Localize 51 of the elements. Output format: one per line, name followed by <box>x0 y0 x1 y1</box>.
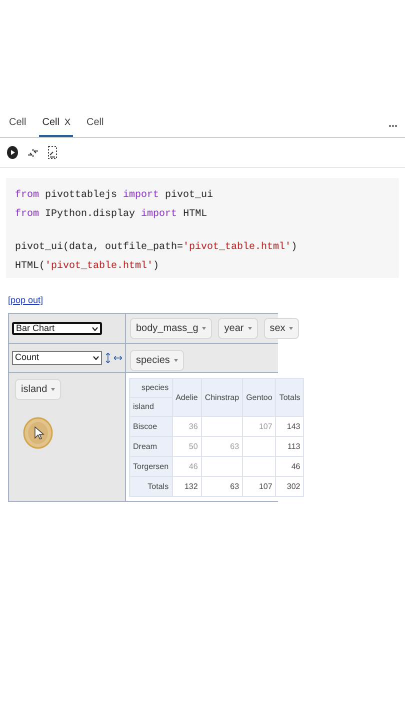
table-cell: 50 <box>172 436 202 456</box>
cell-tab[interactable]: Cell <box>83 115 107 137</box>
caret-icon <box>248 327 252 330</box>
caret-icon <box>174 359 178 362</box>
table-cell: 113 <box>276 436 304 456</box>
column-header: Totals <box>276 378 304 416</box>
cell-tab[interactable]: Cell X <box>39 115 74 137</box>
close-button[interactable]: X <box>64 116 70 130</box>
attribute-pill[interactable]: species <box>130 350 184 371</box>
caret-icon <box>51 388 56 391</box>
column-header: Chinstrap <box>201 378 243 416</box>
table-cell: 107 <box>242 416 276 436</box>
caret-icon <box>289 327 294 330</box>
cell-tab[interactable]: Cell <box>6 115 30 137</box>
attribute-pill[interactable]: year <box>218 318 258 339</box>
table-cell: 63 <box>201 436 243 456</box>
total-cell: 132 <box>172 476 202 496</box>
row-header: Dream <box>130 436 172 456</box>
column-attribute-header: species <box>130 378 172 398</box>
total-cell: 63 <box>201 476 243 496</box>
pop-out-link[interactable]: [pop out] <box>8 295 44 305</box>
chevron-icon <box>92 326 98 330</box>
column-header: Gentoo <box>242 378 276 416</box>
column-sort-icon[interactable] <box>114 356 122 360</box>
table-cell: 36 <box>172 416 202 436</box>
code-line: pivot_ui(data, outfile_path='pivot_table.html') <box>15 240 298 255</box>
table-cell: 143 <box>276 416 304 436</box>
row-header: Biscoe <box>130 416 172 436</box>
attribute-pill[interactable]: body_mass_g <box>130 318 212 339</box>
chevron-icon <box>93 356 100 360</box>
run-icon[interactable] <box>7 146 18 159</box>
cursor-highlight-icon <box>23 417 53 449</box>
table-cell: 46 <box>276 456 304 476</box>
table-cell: 46 <box>172 456 202 476</box>
row-sort-icon[interactable] <box>106 353 110 363</box>
clear-output-icon[interactable] <box>48 146 57 159</box>
caret-icon <box>202 327 206 330</box>
totals-header: Totals <box>130 476 172 496</box>
code-line: from IPython.display import HTML <box>15 208 208 222</box>
total-cell: 107 <box>242 476 276 496</box>
renderer-select[interactable]: Bar Chart <box>12 322 102 335</box>
row-header: Torgersen <box>130 456 172 476</box>
column-header: Adelie <box>172 378 202 416</box>
code-line: HTML('pivot_table.html') <box>15 260 160 274</box>
code-line: from pivottablejs import pivot_ui <box>15 188 214 203</box>
attribute-pill[interactable]: sex <box>264 318 300 339</box>
collapse-icon[interactable] <box>28 148 38 158</box>
total-cell: 302 <box>276 476 304 496</box>
aggregator-select[interactable]: Count <box>12 351 102 365</box>
attribute-pill[interactable]: island <box>15 379 62 400</box>
row-attribute-header: island <box>130 398 172 416</box>
